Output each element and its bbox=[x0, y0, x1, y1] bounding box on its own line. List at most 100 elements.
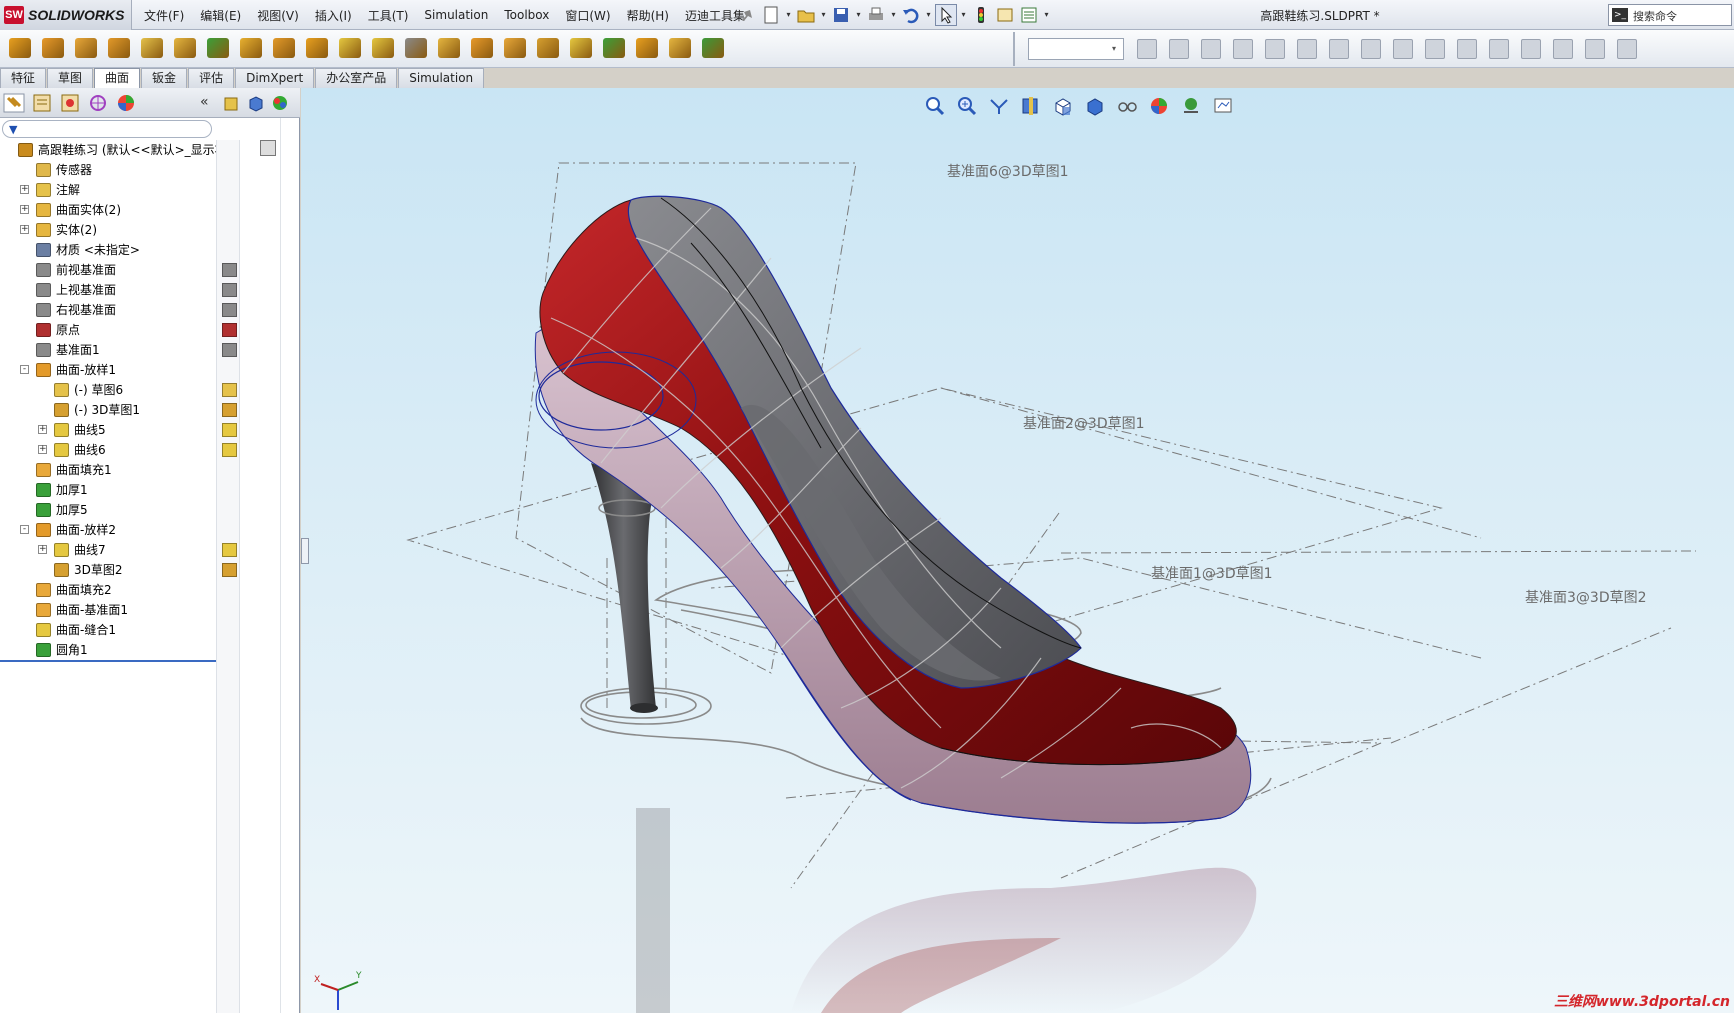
radiate-surface-icon[interactable] bbox=[303, 34, 331, 62]
dimxpert-manager-tab-icon[interactable] bbox=[86, 92, 110, 114]
fillet-icon[interactable] bbox=[534, 34, 562, 62]
panel-splitter-handle[interactable] bbox=[301, 538, 309, 564]
print-icon[interactable] bbox=[865, 4, 887, 26]
tree-item[interactable]: 曲面填充2 bbox=[0, 580, 216, 600]
convert-entities-icon[interactable] bbox=[1518, 36, 1544, 62]
line-color-icon[interactable] bbox=[1262, 36, 1288, 62]
tree-item[interactable]: 传感器 bbox=[0, 160, 216, 180]
freeform-icon[interactable] bbox=[699, 34, 727, 62]
tree-item[interactable]: + 曲线7 bbox=[0, 540, 216, 560]
graphics-viewport[interactable]: 基准面6@3D草图1 基准面2@3D草图1 基准面1@3D草图1 基准面3@3D草图2… bbox=[301, 88, 1734, 1013]
previous-view-icon[interactable] bbox=[987, 94, 1011, 118]
trim-surface-icon[interactable] bbox=[435, 34, 463, 62]
delete-face-icon[interactable] bbox=[402, 34, 430, 62]
feature-manager-tab-icon[interactable] bbox=[2, 92, 26, 114]
smart-dimension-icon[interactable] bbox=[1358, 36, 1384, 62]
open-folder-icon[interactable] bbox=[795, 4, 817, 26]
color-palette-icon[interactable] bbox=[268, 92, 292, 114]
expand-icon[interactable]: + bbox=[20, 205, 29, 214]
planar-surface-icon[interactable] bbox=[270, 34, 298, 62]
undo-dropdown-icon[interactable]: ▾ bbox=[924, 4, 933, 26]
menu-item-6[interactable]: Toolbox bbox=[496, 8, 557, 22]
ruled-surface-icon[interactable] bbox=[6, 34, 34, 62]
sketch-chamfer-icon[interactable] bbox=[1454, 36, 1480, 62]
tree-item[interactable]: (-) 3D草图1 bbox=[0, 400, 216, 420]
tab-2[interactable]: 曲面 bbox=[94, 68, 141, 88]
tree-item[interactable]: 上视基准面 bbox=[0, 280, 216, 300]
pin-icon[interactable] bbox=[736, 4, 758, 26]
tree-item[interactable]: - 曲面-放样1 bbox=[0, 360, 216, 380]
tab-6[interactable]: 办公室产品 bbox=[315, 68, 398, 88]
options-icon[interactable] bbox=[1018, 4, 1040, 26]
save-icon[interactable] bbox=[830, 4, 852, 26]
zoom-to-area-icon[interactable] bbox=[955, 94, 979, 118]
tree-item[interactable]: + 曲线5 bbox=[0, 420, 216, 440]
expand-icon[interactable]: + bbox=[38, 425, 47, 434]
tree-item[interactable]: - 曲面-放样2 bbox=[0, 520, 216, 540]
collapse-icon[interactable]: - bbox=[20, 365, 29, 374]
section-view-icon[interactable] bbox=[1019, 94, 1043, 118]
revolve-surface-icon[interactable] bbox=[105, 34, 133, 62]
menu-item-1[interactable]: 编辑(E) bbox=[192, 7, 249, 24]
split-line-icon[interactable] bbox=[567, 34, 595, 62]
expand-icon[interactable]: + bbox=[38, 445, 47, 454]
loft-surface-icon[interactable] bbox=[171, 34, 199, 62]
view-cube-icon[interactable] bbox=[244, 92, 268, 114]
undo-icon[interactable] bbox=[900, 4, 922, 26]
menu-item-3[interactable]: 插入(I) bbox=[307, 7, 360, 24]
display-style-icon[interactable] bbox=[1083, 94, 1107, 118]
shoe-model-render[interactable] bbox=[301, 88, 1734, 1013]
ordinate-icon[interactable] bbox=[1326, 36, 1352, 62]
view-settings-icon[interactable] bbox=[1211, 94, 1235, 118]
menu-item-0[interactable]: 文件(F) bbox=[136, 7, 192, 24]
extrude-cut-icon[interactable] bbox=[1134, 36, 1160, 62]
property-manager-tab-icon[interactable] bbox=[30, 92, 54, 114]
menu-item-4[interactable]: 工具(T) bbox=[360, 7, 417, 24]
sweep-surface-icon[interactable] bbox=[138, 34, 166, 62]
extend-surface-icon[interactable] bbox=[369, 34, 397, 62]
expand-icon[interactable]: + bbox=[20, 225, 29, 234]
rollback-bar[interactable] bbox=[0, 660, 216, 662]
tree-item[interactable]: (-) 草图6 bbox=[0, 380, 216, 400]
new-dropdown-icon[interactable]: ▾ bbox=[784, 4, 793, 26]
relation-icon[interactable] bbox=[1390, 36, 1416, 62]
new-document-icon[interactable] bbox=[760, 4, 782, 26]
plane-label[interactable]: 基准面3@3D草图2 bbox=[1525, 587, 1647, 607]
tree-item[interactable]: 曲面-基准面1 bbox=[0, 600, 216, 620]
plane-label[interactable]: 基准面6@3D草图1 bbox=[947, 161, 1069, 181]
plane-label[interactable]: 基准面1@3D草图1 bbox=[1151, 563, 1273, 583]
tree-item[interactable]: 高跟鞋练习 (默认<<默认>_显示状 bbox=[0, 140, 227, 160]
thicken-icon[interactable] bbox=[501, 34, 529, 62]
tab-3[interactable]: 钣金 bbox=[141, 68, 188, 88]
tree-item[interactable]: 曲面-缝合1 bbox=[0, 620, 216, 640]
solidworks-logo[interactable]: SW SOLIDWORKS bbox=[0, 0, 132, 30]
knit-surface-icon[interactable] bbox=[336, 34, 364, 62]
select-dropdown-icon[interactable]: ▾ bbox=[959, 4, 968, 26]
tree-item[interactable]: 加厚1 bbox=[0, 480, 216, 500]
edit-appearance-icon[interactable] bbox=[1147, 94, 1171, 118]
offset-entities-icon[interactable] bbox=[1486, 36, 1512, 62]
hide-show-items-icon[interactable] bbox=[1115, 94, 1139, 118]
pattern-icon[interactable] bbox=[1614, 36, 1640, 62]
line-thickness-icon[interactable] bbox=[1230, 36, 1256, 62]
search-commands-input[interactable]: >_ 搜索命令 bbox=[1608, 4, 1732, 26]
apply-scene-icon[interactable] bbox=[1179, 94, 1203, 118]
collapse-icon[interactable]: - bbox=[20, 525, 29, 534]
tree-item[interactable]: 原点 bbox=[0, 320, 216, 340]
offset-surface-icon[interactable] bbox=[39, 34, 67, 62]
tab-0[interactable]: 特征 bbox=[0, 68, 47, 88]
save-dropdown-icon[interactable]: ▾ bbox=[854, 4, 863, 26]
file-properties-icon[interactable] bbox=[994, 4, 1016, 26]
mirror-entities-icon[interactable] bbox=[1582, 36, 1608, 62]
boundary-surface-icon[interactable] bbox=[204, 34, 232, 62]
configuration-manager-tab-icon[interactable] bbox=[58, 92, 82, 114]
tree-item[interactable]: 材质 <未指定> bbox=[0, 240, 216, 260]
tab-5[interactable]: DimXpert bbox=[235, 68, 315, 88]
open-dropdown-icon[interactable]: ▾ bbox=[819, 4, 828, 26]
print-dropdown-icon[interactable]: ▾ bbox=[889, 4, 898, 26]
display-manager-tab-icon[interactable] bbox=[114, 92, 138, 114]
expand-icon[interactable]: + bbox=[38, 545, 47, 554]
menu-item-8[interactable]: 帮助(H) bbox=[619, 7, 677, 24]
options-dropdown-icon[interactable]: ▾ bbox=[1042, 4, 1051, 26]
revolve-cut-icon[interactable] bbox=[1166, 36, 1192, 62]
